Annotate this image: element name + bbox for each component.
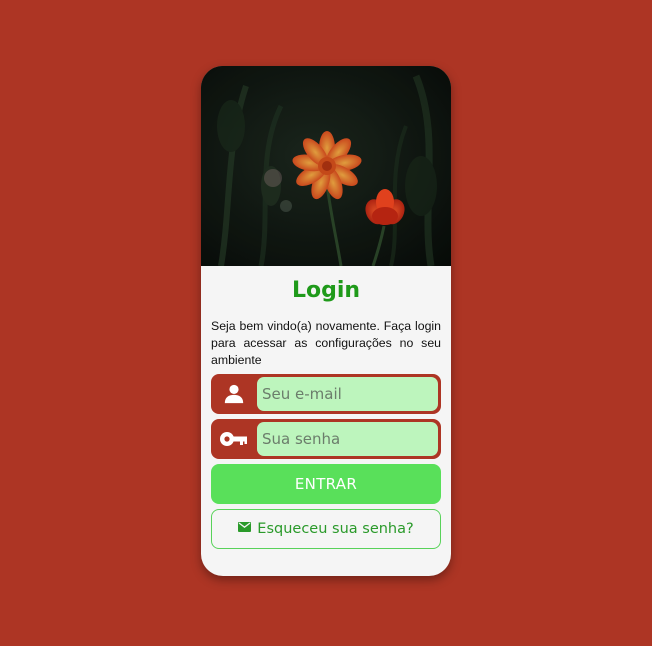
login-card: Login Seja bem vindo(a) novamente. Faça …	[201, 66, 451, 576]
password-input[interactable]	[257, 422, 438, 456]
user-icon	[211, 374, 257, 414]
email-input[interactable]	[257, 377, 438, 411]
password-field-group	[211, 419, 441, 459]
forgot-password-label: Esqueceu sua senha?	[257, 521, 414, 537]
forgot-password-button[interactable]: Esqueceu sua senha?	[211, 509, 441, 549]
login-description: Seja bem vindo(a) novamente. Faça login …	[211, 319, 441, 367]
flower-photo	[201, 66, 451, 266]
email-field-group	[211, 374, 441, 414]
login-title: Login	[291, 278, 361, 303]
mail-icon	[238, 522, 252, 532]
key-icon	[211, 419, 257, 459]
enter-button[interactable]: ENTRAR	[211, 464, 441, 504]
